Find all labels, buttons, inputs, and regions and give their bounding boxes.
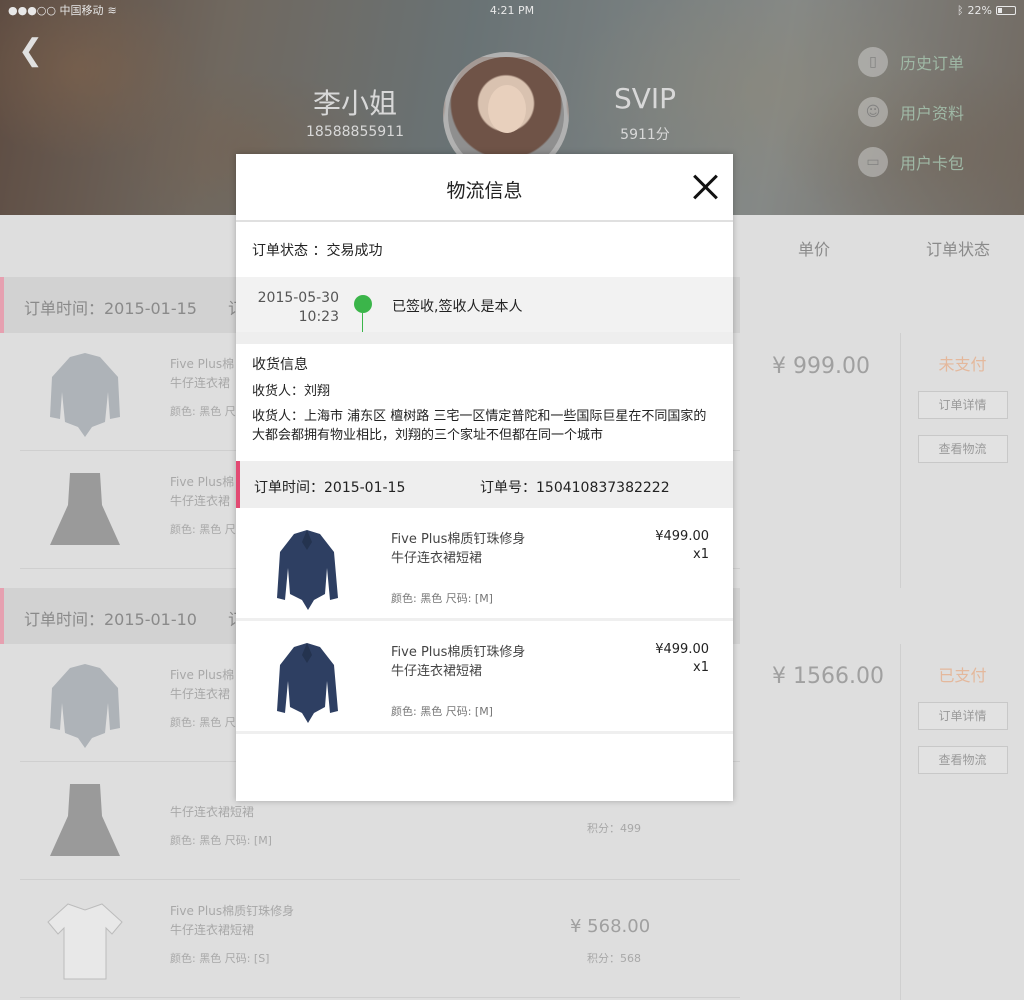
- item-price: ¥499.00 x1: [655, 642, 709, 675]
- shipping-receiver: 收货人：刘翔: [252, 384, 331, 399]
- order-time: 订单时间：2015-01-15: [254, 480, 406, 496]
- shipping-info: 收货信息 收货人：刘翔 收货人：上海市 浦东区 檀树路 三宅一区情定普陀和一些国…: [236, 344, 733, 461]
- item-price: ¥499.00 x1: [655, 529, 709, 562]
- column-order-status: 订单状态: [926, 240, 991, 259]
- document-icon: ▯: [858, 47, 888, 77]
- view-logistics-button[interactable]: 查看物流: [917, 435, 1008, 463]
- modal-header: 物流信息: [236, 154, 733, 222]
- item-spec: 颜色: 黑色 尺码: [M]: [391, 592, 493, 605]
- product-shirt-thumbnail: [277, 530, 338, 610]
- profile-name: 李小姐: [312, 87, 397, 120]
- side-menu: ▯ 历史订单 ☺ 用户资料 ▭ 用户卡包: [858, 46, 964, 196]
- product-shirt-thumbnail: [50, 353, 120, 437]
- profile-phone: 18588855911: [306, 124, 404, 140]
- item-title: Five Plus棉质钉珠修身 牛仔连衣裙短裙: [391, 645, 526, 679]
- tracking-entry: 2015-05-30 10:23 已签收,签收人是本人: [236, 277, 733, 332]
- product-skirt-thumbnail: [50, 473, 120, 545]
- status-time: 4:21 PM: [489, 3, 535, 17]
- logistics-modal: 物流信息 订单状态 ：交易成功 2015-05-30 10:23 已签收,签收人是…: [236, 154, 733, 801]
- profile-level: SVIP: [613, 82, 677, 115]
- modal-title: 物流信息: [446, 180, 523, 202]
- shipping-address: 收货人：上海市 浦东区 檀树路 三宅一区情定普陀和一些国际巨星在不同国家的大都会…: [252, 409, 707, 443]
- view-logistics-button[interactable]: 查看物流: [917, 746, 1008, 774]
- close-icon[interactable]: [691, 172, 721, 202]
- item-spec: 颜色: 黑色 尺码: [M]: [391, 705, 493, 718]
- list-item[interactable]: Five Plus棉质钉珠修身 牛仔连衣裙短裙 颜色: 黑色 尺码: [M] ¥4…: [236, 621, 733, 734]
- tracking-line: [362, 313, 363, 332]
- profile-points: 5911分: [620, 127, 670, 143]
- tracking-datetime: 2015-05-30 10:23: [257, 290, 339, 325]
- list-item[interactable]: Five Plus棉质钉珠修身 牛仔连衣裙短裙 颜色: 黑色 尺码: [S] ¥ …: [20, 880, 740, 998]
- order-header: 订单时间：2015-01-15 订单号：150410837382222: [236, 461, 733, 508]
- column-unit-price: 单价: [798, 240, 831, 259]
- order-detail-button[interactable]: 订单详情: [917, 702, 1008, 730]
- order-status-panel: 未支付 订单详情 查看物流: [900, 333, 1024, 588]
- tracking-text: 已签收,签收人是本人: [392, 299, 523, 315]
- product-tshirt-thumbnail: [47, 903, 123, 980]
- order-number: 订单号：150410837382222: [480, 480, 670, 496]
- side-item-history[interactable]: ▯ 历史订单: [858, 46, 964, 78]
- order-total: ¥ 1566.00: [772, 664, 884, 689]
- order-detail-button[interactable]: 订单详情: [917, 391, 1008, 419]
- status-badge: 已支付: [938, 666, 987, 685]
- product-shirt-thumbnail: [50, 664, 120, 748]
- back-chevron-icon[interactable]: ❮: [18, 36, 43, 66]
- battery-icon: [996, 5, 1016, 15]
- wallet-icon: ▭: [858, 147, 888, 177]
- shipping-title: 收货信息: [252, 357, 308, 373]
- status-bar: ●●●○○ 中国移动 ≋ 4:21 PM ᛒ 22%: [0, 0, 1024, 20]
- user-icon: ☺: [858, 97, 888, 127]
- side-item-wallet[interactable]: ▭ 用户卡包: [858, 146, 964, 178]
- product-skirt-thumbnail: [50, 784, 120, 856]
- order-status-panel: 已支付 订单详情 查看物流: [900, 644, 1024, 1000]
- item-title: Five Plus棉质钉珠修身 牛仔连衣裙短裙: [391, 532, 526, 566]
- tracking-dot-icon: [354, 295, 372, 313]
- status-badge: 未支付: [938, 355, 987, 374]
- product-shirt-thumbnail: [277, 643, 338, 723]
- list-item[interactable]: Five Plus棉质钉珠修身 牛仔连衣裙短裙 颜色: 黑色 尺码: [M] ¥4…: [236, 508, 733, 621]
- divider: [236, 332, 733, 344]
- order-total: ¥ 999.00: [772, 354, 870, 379]
- side-item-profile[interactable]: ☺ 用户资料: [858, 96, 964, 128]
- order-status-line: 订单状态 ：交易成功: [252, 242, 383, 259]
